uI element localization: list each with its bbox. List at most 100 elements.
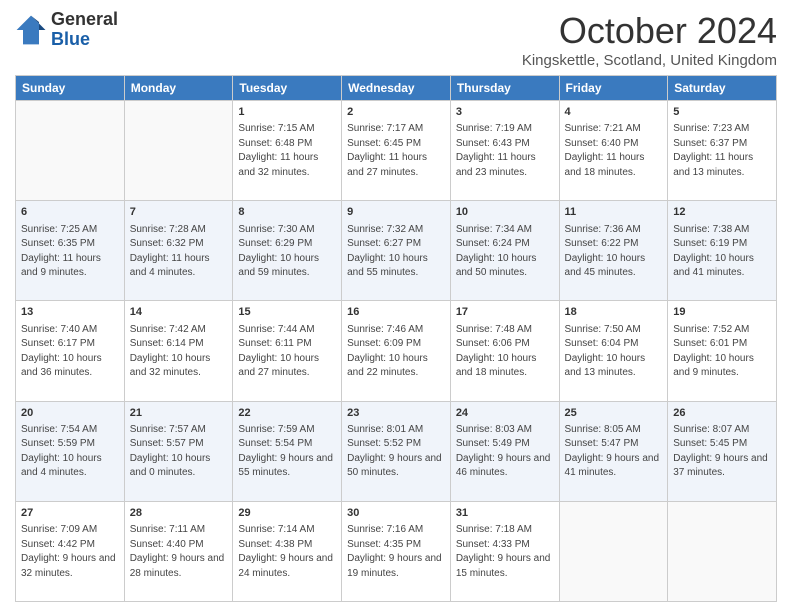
day-number: 14 [130, 305, 228, 320]
day-info: Sunrise: 7:32 AMSunset: 6:27 PMDaylight:… [347, 223, 445, 281]
day-info: Sunrise: 7:44 AMSunset: 6:11 PMDaylight:… [238, 323, 336, 381]
calendar-day-cell: 25 Sunrise: 8:05 AMSunset: 5:47 PMDayligh… [559, 401, 668, 501]
header: General Blue October 2024 Kingskettle, S… [15, 10, 777, 69]
day-number: 24 [456, 406, 554, 421]
day-number: 11 [565, 205, 663, 220]
calendar-week-row: 20 Sunrise: 7:54 AMSunset: 5:59 PMDayligh… [16, 401, 777, 501]
day-info: Sunrise: 7:38 AMSunset: 6:19 PMDaylight:… [673, 223, 771, 281]
col-wednesday: Wednesday [342, 76, 451, 101]
calendar-day-cell: 8 Sunrise: 7:30 AMSunset: 6:29 PMDaylight… [233, 201, 342, 301]
day-number: 18 [565, 305, 663, 320]
day-number: 30 [347, 506, 445, 521]
col-sunday: Sunday [16, 76, 125, 101]
calendar-day-cell: 7 Sunrise: 7:28 AMSunset: 6:32 PMDaylight… [124, 201, 233, 301]
day-info: Sunrise: 7:57 AMSunset: 5:57 PMDaylight:… [130, 423, 228, 481]
day-info: Sunrise: 7:40 AMSunset: 6:17 PMDaylight:… [21, 323, 119, 381]
day-info: Sunrise: 8:05 AMSunset: 5:47 PMDaylight:… [565, 423, 663, 481]
calendar-day-cell: 29 Sunrise: 7:14 AMSunset: 4:38 PMDayligh… [233, 501, 342, 601]
calendar-day-cell: 12Sunrise: 7:38 AMSunset: 6:19 PMDayligh… [668, 201, 777, 301]
calendar-week-row: 1 Sunrise: 7:15 AMSunset: 6:48 PMDaylight… [16, 101, 777, 201]
calendar-day-cell: 16Sunrise: 7:46 AMSunset: 6:09 PMDayligh… [342, 301, 451, 401]
col-monday: Monday [124, 76, 233, 101]
day-number: 20 [21, 406, 119, 421]
day-number: 27 [21, 506, 119, 521]
calendar-day-cell [16, 101, 125, 201]
day-info: Sunrise: 8:03 AMSunset: 5:49 PMDaylight:… [456, 423, 554, 481]
calendar-day-cell: 10Sunrise: 7:34 AMSunset: 6:24 PMDayligh… [450, 201, 559, 301]
calendar-table: Sunday Monday Tuesday Wednesday Thursday… [15, 75, 777, 602]
calendar-header-row: Sunday Monday Tuesday Wednesday Thursday… [16, 76, 777, 101]
location-subtitle: Kingskettle, Scotland, United Kingdom [522, 52, 777, 69]
day-info: Sunrise: 7:18 AMSunset: 4:33 PMDaylight:… [456, 523, 554, 581]
day-info: Sunrise: 7:14 AMSunset: 4:38 PMDaylight:… [238, 523, 336, 581]
day-info: Sunrise: 7:54 AMSunset: 5:59 PMDaylight:… [21, 423, 119, 481]
calendar-day-cell: 5Sunrise: 7:23 AMSunset: 6:37 PMDaylight… [668, 101, 777, 201]
calendar-week-row: 13 Sunrise: 7:40 AMSunset: 6:17 PMDayligh… [16, 301, 777, 401]
calendar-day-cell: 6Sunrise: 7:25 AMSunset: 6:35 PMDaylight… [16, 201, 125, 301]
calendar-day-cell: 15 Sunrise: 7:44 AMSunset: 6:11 PMDayligh… [233, 301, 342, 401]
calendar-day-cell: 2Sunrise: 7:17 AMSunset: 6:45 PMDaylight… [342, 101, 451, 201]
day-info: Sunrise: 7:50 AMSunset: 6:04 PMDaylight:… [565, 323, 663, 381]
day-info: Sunrise: 7:42 AMSunset: 6:14 PMDaylight:… [130, 323, 228, 381]
day-info: Sunrise: 7:34 AMSunset: 6:24 PMDaylight:… [456, 223, 554, 281]
day-number: 4 [565, 105, 663, 120]
day-info: Sunrise: 7:25 AMSunset: 6:35 PMDaylight:… [21, 223, 119, 281]
day-number: 31 [456, 506, 554, 521]
day-info: Sunrise: 7:15 AMSunset: 6:48 PMDaylight:… [238, 122, 336, 180]
day-info: Sunrise: 7:11 AMSunset: 4:40 PMDaylight:… [130, 523, 228, 581]
calendar-day-cell: 14 Sunrise: 7:42 AMSunset: 6:14 PMDayligh… [124, 301, 233, 401]
day-number: 28 [130, 506, 228, 521]
calendar-week-row: 6Sunrise: 7:25 AMSunset: 6:35 PMDaylight… [16, 201, 777, 301]
calendar-day-cell: 3Sunrise: 7:19 AMSunset: 6:43 PMDaylight… [450, 101, 559, 201]
calendar-day-cell: 31 Sunrise: 7:18 AMSunset: 4:33 PMDayligh… [450, 501, 559, 601]
day-info: Sunrise: 7:23 AMSunset: 6:37 PMDaylight:… [673, 122, 771, 180]
calendar-day-cell: 17Sunrise: 7:48 AMSunset: 6:06 PMDayligh… [450, 301, 559, 401]
col-thursday: Thursday [450, 76, 559, 101]
day-info: Sunrise: 7:09 AMSunset: 4:42 PMDaylight:… [21, 523, 119, 581]
day-number: 21 [130, 406, 228, 421]
day-number: 13 [21, 305, 119, 320]
day-number: 23 [347, 406, 445, 421]
calendar-day-cell: 24 Sunrise: 8:03 AMSunset: 5:49 PMDayligh… [450, 401, 559, 501]
day-number: 15 [238, 305, 336, 320]
day-info: Sunrise: 7:21 AMSunset: 6:40 PMDaylight:… [565, 122, 663, 180]
day-info: Sunrise: 8:01 AMSunset: 5:52 PMDaylight:… [347, 423, 445, 481]
day-info: Sunrise: 8:07 AMSunset: 5:45 PMDaylight:… [673, 423, 771, 481]
calendar-day-cell [559, 501, 668, 601]
month-title: October 2024 [522, 10, 777, 52]
col-saturday: Saturday [668, 76, 777, 101]
day-info: Sunrise: 7:19 AMSunset: 6:43 PMDaylight:… [456, 122, 554, 180]
day-info: Sunrise: 7:52 AMSunset: 6:01 PMDaylight:… [673, 323, 771, 381]
day-info: Sunrise: 7:28 AMSunset: 6:32 PMDaylight:… [130, 223, 228, 281]
calendar-day-cell: 26Sunrise: 8:07 AMSunset: 5:45 PMDayligh… [668, 401, 777, 501]
day-number: 16 [347, 305, 445, 320]
calendar-day-cell: 19Sunrise: 7:52 AMSunset: 6:01 PMDayligh… [668, 301, 777, 401]
day-info: Sunrise: 7:17 AMSunset: 6:45 PMDaylight:… [347, 122, 445, 180]
calendar-day-cell: 9 Sunrise: 7:32 AMSunset: 6:27 PMDaylight… [342, 201, 451, 301]
day-number: 8 [238, 205, 336, 220]
day-info: Sunrise: 7:30 AMSunset: 6:29 PMDaylight:… [238, 223, 336, 281]
title-section: October 2024 Kingskettle, Scotland, Unit… [522, 10, 777, 69]
day-number: 9 [347, 205, 445, 220]
calendar-day-cell [124, 101, 233, 201]
day-number: 29 [238, 506, 336, 521]
calendar-day-cell [668, 501, 777, 601]
col-friday: Friday [559, 76, 668, 101]
day-info: Sunrise: 7:36 AMSunset: 6:22 PMDaylight:… [565, 223, 663, 281]
page: General Blue October 2024 Kingskettle, S… [0, 0, 792, 612]
day-number: 7 [130, 205, 228, 220]
calendar-day-cell: 18 Sunrise: 7:50 AMSunset: 6:04 PMDayligh… [559, 301, 668, 401]
calendar-week-row: 27 Sunrise: 7:09 AMSunset: 4:42 PMDayligh… [16, 501, 777, 601]
col-tuesday: Tuesday [233, 76, 342, 101]
logo-text: General Blue [51, 10, 118, 50]
calendar-day-cell: 21 Sunrise: 7:57 AMSunset: 5:57 PMDayligh… [124, 401, 233, 501]
calendar-day-cell: 1 Sunrise: 7:15 AMSunset: 6:48 PMDaylight… [233, 101, 342, 201]
calendar-day-cell: 30Sunrise: 7:16 AMSunset: 4:35 PMDayligh… [342, 501, 451, 601]
logo: General Blue [15, 10, 118, 50]
day-number: 1 [238, 105, 336, 120]
calendar-day-cell: 13 Sunrise: 7:40 AMSunset: 6:17 PMDayligh… [16, 301, 125, 401]
day-number: 25 [565, 406, 663, 421]
calendar-day-cell: 11 Sunrise: 7:36 AMSunset: 6:22 PMDayligh… [559, 201, 668, 301]
day-info: Sunrise: 7:59 AMSunset: 5:54 PMDaylight:… [238, 423, 336, 481]
calendar-day-cell: 4 Sunrise: 7:21 AMSunset: 6:40 PMDaylight… [559, 101, 668, 201]
